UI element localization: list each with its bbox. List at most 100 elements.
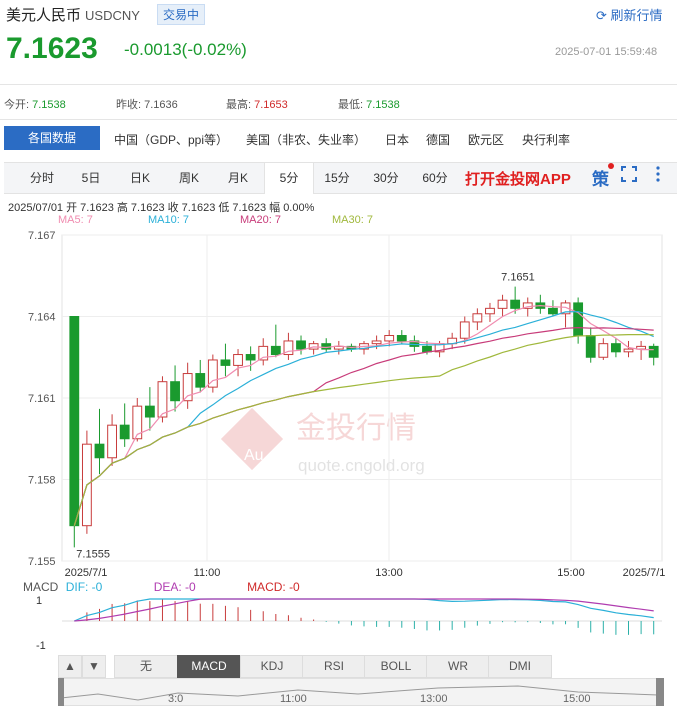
divider bbox=[0, 84, 677, 85]
x-tick-label: 15:00 bbox=[557, 567, 585, 579]
indicator-tab-boll[interactable]: BOLL bbox=[364, 655, 428, 678]
nav-link-china[interactable]: 中国（GDP、ppi等） bbox=[114, 131, 228, 148]
navigator-label-15: 15:00 bbox=[563, 693, 591, 705]
tab-monthly[interactable]: 月K bbox=[214, 163, 262, 193]
indicator-tab-dmi[interactable]: DMI bbox=[488, 655, 552, 678]
indicator-tab-macd[interactable]: MACD bbox=[177, 655, 241, 678]
high-annotation: 7.1651 bbox=[501, 272, 535, 284]
stat-prev-close: 昨收: 7.1636 bbox=[116, 99, 178, 111]
stat-high: 最高: 7.1653 bbox=[226, 99, 288, 111]
candle-body bbox=[384, 335, 395, 342]
tab-60min[interactable]: 60分 bbox=[411, 163, 459, 193]
candle-body bbox=[497, 299, 508, 309]
candle-body bbox=[157, 381, 168, 418]
low-annotation: 7.1555 bbox=[76, 548, 110, 560]
open-app-link[interactable]: 打开金投网APP bbox=[465, 168, 571, 189]
tab-5min[interactable]: 5分 bbox=[264, 163, 314, 194]
indicator-tab-rsi[interactable]: RSI bbox=[302, 655, 366, 678]
candle-body bbox=[170, 381, 180, 402]
fullscreen-icon[interactable] bbox=[621, 166, 637, 182]
watermark-logo: Au bbox=[244, 447, 264, 464]
more-icon[interactable] bbox=[654, 166, 662, 182]
candle-body bbox=[611, 343, 621, 353]
indicator-tab-none[interactable]: 无 bbox=[114, 655, 178, 678]
tab-timeshare[interactable]: 分时 bbox=[18, 163, 66, 193]
update-timestamp: 2025-07-01 15:59:48 bbox=[555, 46, 658, 58]
macd-dif: DIF: -0 bbox=[65, 580, 103, 594]
candle-body bbox=[245, 354, 256, 361]
range-navigator[interactable]: 3:0 11:00 13:00 15:00 bbox=[58, 678, 664, 706]
y-tick-label: 7.164 bbox=[28, 312, 56, 324]
candle-body bbox=[107, 424, 117, 459]
refresh-label: 刷新行情 bbox=[610, 8, 663, 23]
country-data-button[interactable]: 各国数据 bbox=[4, 126, 100, 150]
navigator-handle-right[interactable] bbox=[656, 678, 664, 706]
candle-body bbox=[459, 321, 470, 339]
x-tick-label: 13:00 bbox=[375, 567, 403, 579]
candle-body bbox=[623, 348, 634, 353]
candle-body bbox=[548, 307, 558, 315]
strategy-icon[interactable]: 策 bbox=[592, 163, 614, 190]
y-tick-label: 7.167 bbox=[28, 230, 56, 242]
scroll-up-button[interactable]: ▲ bbox=[58, 655, 82, 678]
period-tabs: 分时 5日 日K 周K 月K 5分 15分 30分 60分 bbox=[4, 162, 677, 194]
candle-body bbox=[422, 345, 432, 353]
y-tick-label: 7.155 bbox=[28, 556, 56, 568]
instrument-title: 美元人民币 USDCNY bbox=[6, 4, 140, 25]
tab-15min[interactable]: 15分 bbox=[313, 163, 361, 193]
ohlc-readout: 2025/07/01 开 7.1623 高 7.1623 收 7.1623 低 … bbox=[8, 202, 315, 214]
nav-link-central-bank-rates[interactable]: 央行利率 bbox=[522, 131, 570, 148]
macd-dea: DEA: -0 bbox=[153, 580, 196, 594]
navigator-label-13: 13:00 bbox=[420, 693, 448, 705]
refresh-icon: ⟳ bbox=[596, 8, 607, 23]
candle-body bbox=[119, 424, 130, 440]
refresh-button[interactable]: ⟳ 刷新行情 bbox=[596, 5, 663, 24]
candle-body bbox=[220, 359, 231, 366]
macd-value: MACD: -0 bbox=[247, 580, 300, 594]
macd-axis-bottom: -1 bbox=[36, 640, 46, 652]
navigator-handle-left[interactable] bbox=[58, 678, 64, 706]
trading-status-badge: 交易中 bbox=[157, 4, 206, 25]
navigator-label-11: 11:00 bbox=[280, 693, 307, 705]
stat-open-value: 7.1538 bbox=[32, 99, 66, 111]
macd-legend: MACD DIF: -0 DEA: -0 MACD: -0 bbox=[23, 580, 300, 594]
candle-body bbox=[485, 307, 495, 315]
x-tick-label: 2025/7/1 bbox=[623, 567, 666, 579]
candle-body bbox=[585, 335, 596, 358]
candle-body bbox=[144, 405, 155, 418]
indicator-tab-kdj[interactable]: KDJ bbox=[240, 655, 304, 678]
current-price: 7.1623 bbox=[6, 32, 98, 65]
y-tick-label: 7.158 bbox=[28, 475, 56, 487]
macd-axis-top: 1 bbox=[36, 595, 42, 607]
stat-low-value: 7.1538 bbox=[366, 99, 400, 111]
watermark-url: quote.cngold.org bbox=[298, 456, 425, 475]
scroll-down-button[interactable]: ▼ bbox=[82, 655, 106, 678]
watermark-brand: 金投行情 bbox=[296, 412, 416, 445]
candle-body bbox=[296, 340, 306, 350]
nav-link-japan[interactable]: 日本 bbox=[385, 131, 409, 148]
tab-5day[interactable]: 5日 bbox=[67, 163, 115, 193]
candle-body bbox=[195, 373, 206, 388]
candle-body bbox=[69, 316, 80, 527]
nav-link-germany[interactable]: 德国 bbox=[426, 131, 450, 148]
stat-low: 最低: 7.1538 bbox=[338, 99, 400, 111]
tab-30min[interactable]: 30分 bbox=[362, 163, 410, 193]
indicator-tab-wr[interactable]: WR bbox=[426, 655, 490, 678]
candle-body bbox=[648, 345, 659, 358]
tab-daily[interactable]: 日K bbox=[116, 163, 164, 193]
tab-weekly[interactable]: 周K bbox=[165, 163, 213, 193]
macd-dif-line bbox=[74, 598, 654, 622]
candle-body bbox=[396, 335, 407, 342]
x-tick-label: 2025/7/1 bbox=[65, 567, 108, 579]
candle-body bbox=[573, 302, 584, 337]
instrument-name: 美元人民币 bbox=[6, 7, 82, 24]
candle-body bbox=[371, 340, 382, 345]
nav-link-usa[interactable]: 美国（非农、失业率） bbox=[246, 131, 366, 148]
nav-link-eurozone[interactable]: 欧元区 bbox=[468, 131, 504, 148]
candle-body bbox=[510, 299, 521, 309]
navigator-start-label: 3:0 bbox=[168, 693, 183, 705]
price-change: -0.0013(-0.02%) bbox=[124, 40, 247, 59]
candle-body bbox=[233, 354, 243, 366]
macd-label: MACD bbox=[23, 580, 59, 594]
candle-body bbox=[321, 343, 332, 350]
